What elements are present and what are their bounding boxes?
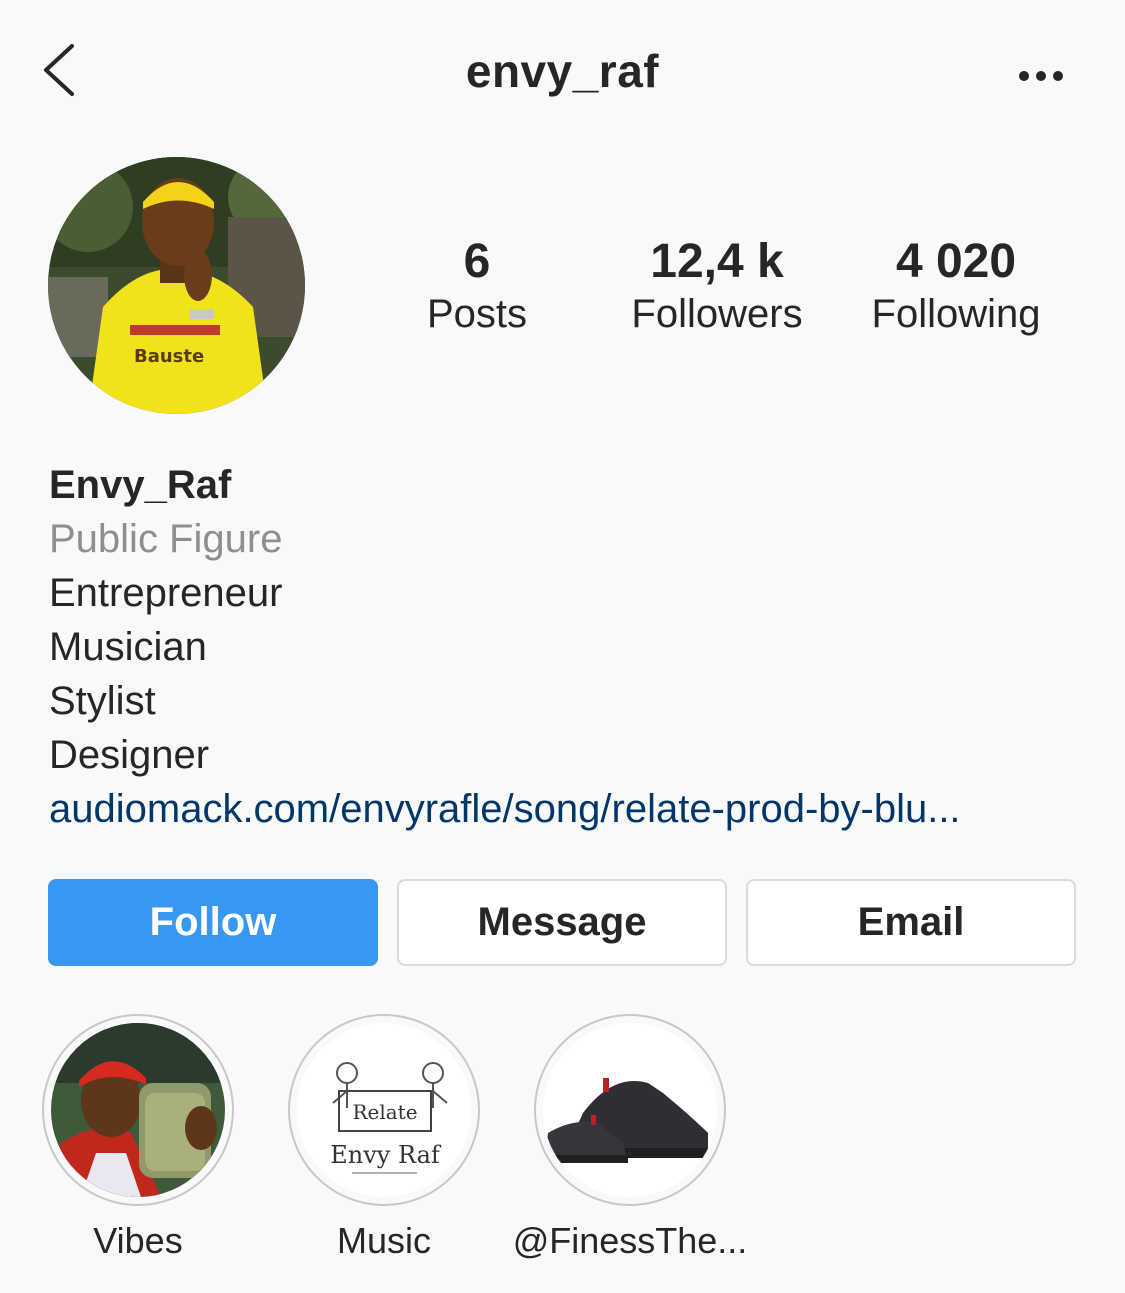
follow-button[interactable]: Follow bbox=[48, 879, 378, 966]
svg-text:Bauste: Bauste bbox=[134, 346, 204, 367]
followers-count: 12,4 k bbox=[650, 235, 784, 288]
posts-count: 6 bbox=[463, 235, 491, 288]
highlight-music[interactable]: Relate Envy Raf Music bbox=[288, 1014, 480, 1262]
profile-bio: Envy_Raf Public Figure Entrepreneur Musi… bbox=[49, 458, 1085, 836]
more-options-button[interactable] bbox=[1016, 66, 1066, 86]
profile-username-title: envy_raf bbox=[465, 45, 660, 97]
highlight-ring: Relate Envy Raf bbox=[288, 1014, 480, 1206]
profile-page: envy_raf Bauste 6 Posts 12,4 k Followers… bbox=[0, 0, 1125, 1293]
music-cover-title: Relate bbox=[352, 1100, 417, 1124]
display-name: Envy_Raf bbox=[49, 463, 232, 507]
highlight-cover bbox=[543, 1023, 717, 1197]
message-button[interactable]: Message bbox=[397, 879, 727, 966]
stat-following[interactable]: 4 020 Following bbox=[846, 232, 1066, 338]
highlight-cover: Relate Envy Raf bbox=[297, 1023, 471, 1197]
more-horizontal-icon bbox=[1019, 71, 1063, 81]
bio-line: Designer bbox=[49, 733, 210, 777]
highlight-ring bbox=[42, 1014, 234, 1206]
highlight-finessthe[interactable]: @FinessThe... bbox=[513, 1014, 747, 1262]
profile-avatar[interactable]: Bauste bbox=[48, 157, 305, 414]
stat-followers[interactable]: 12,4 k Followers bbox=[607, 232, 827, 338]
highlight-label: Music bbox=[336, 1220, 431, 1261]
highlight-label: @FinessThe... bbox=[512, 1220, 748, 1261]
highlight-label: Vibes bbox=[93, 1220, 183, 1261]
bio-line: Musician bbox=[49, 625, 207, 669]
bio-line: Stylist bbox=[49, 679, 156, 723]
bio-website-link[interactable]: audiomack.com/envyrafle/song/relate-prod… bbox=[49, 782, 1064, 836]
avatar-photo: Bauste bbox=[48, 157, 305, 414]
music-cover-artist: Envy Raf bbox=[330, 1141, 442, 1169]
email-button[interactable]: Email bbox=[746, 879, 1076, 966]
highlight-vibes[interactable]: Vibes bbox=[42, 1014, 234, 1262]
profile-category: Public Figure bbox=[49, 517, 283, 561]
followers-label: Followers bbox=[631, 292, 803, 336]
highlight-cover bbox=[51, 1023, 225, 1197]
following-count: 4 020 bbox=[895, 235, 1017, 288]
stat-posts[interactable]: 6 Posts bbox=[367, 232, 587, 338]
following-label: Following bbox=[871, 292, 1041, 336]
bio-line: Entrepreneur bbox=[49, 571, 283, 615]
posts-label: Posts bbox=[426, 292, 528, 336]
highlight-ring bbox=[534, 1014, 726, 1206]
